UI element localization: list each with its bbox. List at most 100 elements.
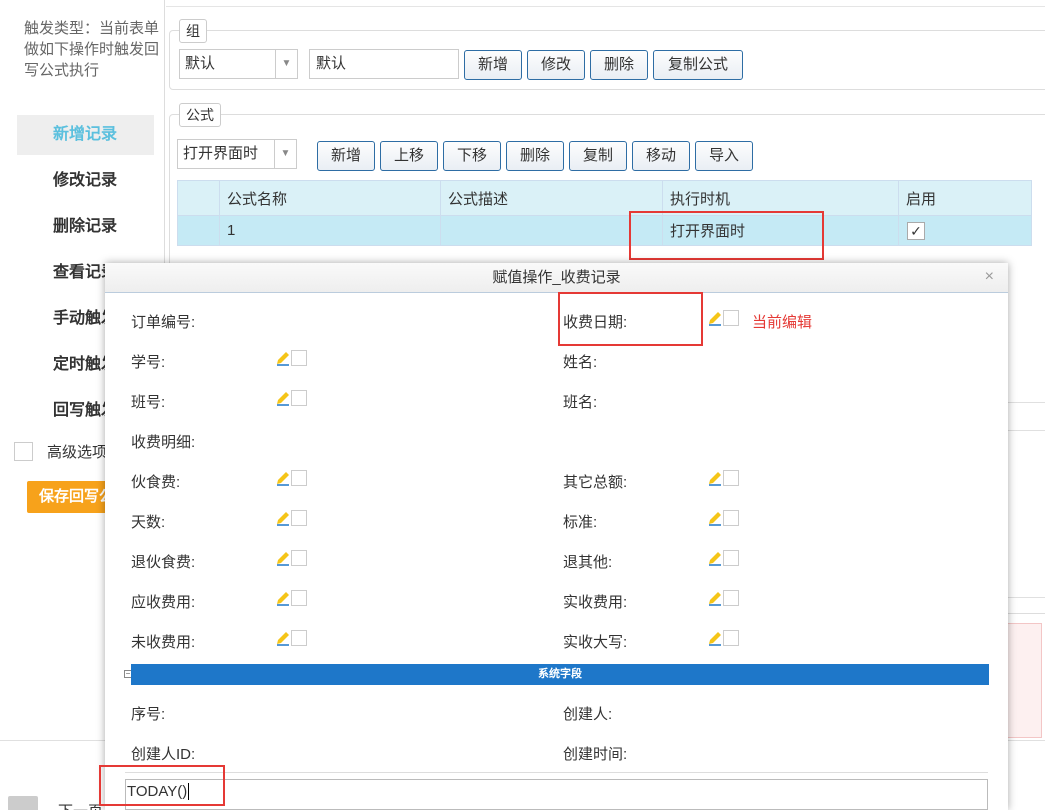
- advanced-option[interactable]: 高级选项: [14, 441, 107, 462]
- col-header-enabled: 启用: [906, 190, 937, 208]
- field-order-no: 订单编号:: [131, 314, 196, 331]
- field-received: 实收费用:: [563, 594, 628, 611]
- refund-other-checkbox[interactable]: [723, 550, 739, 566]
- group-name-input[interactable]: 默认: [309, 49, 459, 79]
- chevron-down-icon[interactable]: ▼: [275, 50, 297, 78]
- pencil-icon: [277, 632, 289, 646]
- unpaid-checkbox[interactable]: [291, 630, 307, 646]
- col-header-name: 公式名称: [220, 181, 441, 215]
- pager-next[interactable]: 下一页: [58, 800, 103, 810]
- col-header-timing: 执行时机: [663, 181, 899, 215]
- field-class-name: 班名:: [563, 394, 598, 411]
- table-row[interactable]: 1 打开界面时 ✓: [177, 216, 1032, 246]
- edit-meal-fee[interactable]: [275, 470, 307, 486]
- edit-other-total[interactable]: [707, 470, 739, 486]
- highlight-formula-box: [99, 765, 225, 806]
- edit-student-no[interactable]: [275, 350, 307, 366]
- edit-received[interactable]: [707, 590, 739, 606]
- group-add-button[interactable]: 新增: [464, 50, 522, 80]
- field-creator-id: 创建人ID:: [131, 746, 196, 763]
- field-receivable: 应收费用:: [131, 594, 196, 611]
- highlight-pay-date-box: [558, 292, 703, 346]
- meal-fee-checkbox[interactable]: [291, 470, 307, 486]
- field-other-total: 其它总额:: [563, 474, 628, 491]
- days-checkbox[interactable]: [291, 510, 307, 526]
- enabled-checkbox[interactable]: ✓: [907, 221, 925, 240]
- field-days: 天数:: [131, 514, 166, 531]
- formula-copy-button[interactable]: 复制: [569, 141, 627, 171]
- table-header: 公式名称 公式描述 执行时机 启用: [177, 180, 1032, 216]
- edit-standard[interactable]: [707, 510, 739, 526]
- formula-move-button[interactable]: 移动: [632, 141, 690, 171]
- formula-editor[interactable]: TODAY(): [125, 779, 988, 810]
- edit-days[interactable]: [275, 510, 307, 526]
- edit-refund-meal[interactable]: [275, 550, 307, 566]
- nav-edit-record[interactable]: 修改记录: [17, 161, 154, 201]
- pencil-icon: [277, 352, 289, 366]
- field-detail: 收费明细:: [131, 434, 196, 451]
- refund-meal-checkbox[interactable]: [291, 550, 307, 566]
- formula-move-down-button[interactable]: 下移: [443, 141, 501, 171]
- pencil-icon: [277, 512, 289, 526]
- field-refund-other: 退其他:: [563, 554, 613, 571]
- pencil-icon: [709, 552, 721, 566]
- cell-name[interactable]: 1: [220, 216, 441, 245]
- pencil-icon: [277, 392, 289, 406]
- edit-refund-other[interactable]: [707, 550, 739, 566]
- formula-timing-value: 打开界面时: [183, 145, 259, 162]
- group-select[interactable]: 默认 ▼: [179, 49, 298, 79]
- highlight-timing-box: [629, 211, 824, 260]
- other-total-checkbox[interactable]: [723, 470, 739, 486]
- group-delete-button[interactable]: 删除: [590, 50, 648, 80]
- bg-divider: [1008, 597, 1045, 598]
- nav-delete-record[interactable]: 删除记录: [17, 207, 154, 247]
- group-edit-button[interactable]: 修改: [527, 50, 585, 80]
- received-caps-checkbox[interactable]: [723, 630, 739, 646]
- bg-error-panel: [1008, 623, 1042, 738]
- row-number-header: [178, 181, 220, 215]
- chevron-down-icon[interactable]: ▼: [274, 140, 296, 168]
- current-edit-label: 当前编辑: [752, 314, 813, 331]
- edit-receivable[interactable]: [275, 590, 307, 606]
- formula-timing-select[interactable]: 打开界面时 ▼: [177, 139, 297, 169]
- edit-class-no[interactable]: [275, 390, 307, 406]
- group-copy-formula-button[interactable]: 复制公式: [653, 50, 743, 80]
- formula-divider: [125, 772, 988, 773]
- formula-move-up-button[interactable]: 上移: [380, 141, 438, 171]
- class-no-checkbox[interactable]: [291, 390, 307, 406]
- advanced-label: 高级选项: [47, 444, 108, 461]
- receivable-checkbox[interactable]: [291, 590, 307, 606]
- field-unpaid: 未收费用:: [131, 634, 196, 651]
- formula-delete-button[interactable]: 删除: [506, 141, 564, 171]
- standard-checkbox[interactable]: [723, 510, 739, 526]
- field-standard: 标准:: [563, 514, 598, 531]
- col-header-desc: 公式描述: [441, 181, 663, 215]
- pencil-icon: [709, 592, 721, 606]
- pencil-icon: [709, 632, 721, 646]
- pencil-icon: [277, 472, 289, 486]
- formula-legend: 公式: [179, 103, 221, 127]
- field-seq: 序号:: [131, 706, 166, 723]
- formula-add-button[interactable]: 新增: [317, 141, 375, 171]
- received-checkbox[interactable]: [723, 590, 739, 606]
- edit-received-caps[interactable]: [707, 630, 739, 646]
- field-class-no: 班号:: [131, 394, 166, 411]
- trigger-description: 触发类型：当前表单做如下操作时触发回写公式执行: [24, 20, 160, 79]
- edit-unpaid[interactable]: [275, 630, 307, 646]
- formula-import-button[interactable]: 导入: [695, 141, 753, 171]
- nav-new-record[interactable]: 新增记录: [17, 115, 154, 155]
- pencil-icon: [709, 472, 721, 486]
- pay-date-checkbox[interactable]: [723, 310, 739, 326]
- bg-divider: [1008, 402, 1045, 403]
- edit-pay-date[interactable]: [707, 310, 739, 326]
- close-icon[interactable]: ×: [985, 268, 994, 286]
- pencil-icon: [709, 312, 721, 326]
- cell-enabled[interactable]: ✓: [899, 216, 1031, 245]
- pager-first-button[interactable]: [8, 796, 38, 810]
- field-student-no: 学号:: [131, 354, 166, 371]
- advanced-checkbox[interactable]: [14, 442, 33, 461]
- field-creator: 创建人:: [563, 706, 613, 723]
- field-meal-fee: 伙食费:: [131, 474, 181, 491]
- student-no-checkbox[interactable]: [291, 350, 307, 366]
- modal-title: 赋值操作_收费记录: [105, 263, 1008, 293]
